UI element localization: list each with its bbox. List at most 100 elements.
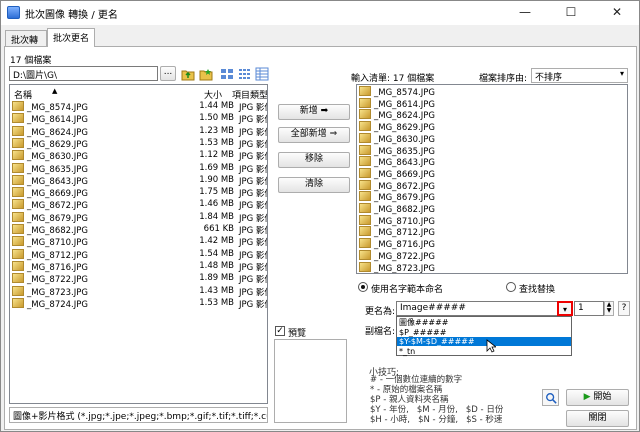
input-file-name: _MG_8629.JPG — [374, 123, 435, 134]
file-type: JPG 影像 — [239, 275, 267, 286]
jpg-file-icon — [359, 167, 371, 178]
source-file-row[interactable]: _MG_8574.JPG 1.44 MB JPG 影像 — [12, 101, 267, 113]
remove-button[interactable]: 移除 — [278, 152, 350, 168]
start-number-input[interactable]: 1 — [574, 301, 604, 316]
source-file-row[interactable]: _MG_8716.JPG 1.48 MB JPG 影像 — [12, 260, 267, 273]
source-file-row[interactable]: _MG_8614.JPG 1.50 MB JPG 影像 — [12, 113, 267, 125]
column-header-type[interactable]: 項目類型 — [232, 88, 267, 101]
add-button[interactable]: 新增 ➡ — [278, 104, 350, 120]
file-name: _MG_8710.JPG — [27, 238, 88, 249]
jpg-file-icon — [12, 297, 24, 308]
input-file-list[interactable]: _MG_8574.JPG _MG_8614.JPG _MG_8624.JPG _MG_… — [356, 84, 628, 274]
preview-rename-button[interactable] — [542, 389, 559, 406]
input-file-row[interactable]: _MG_8682.JPG — [359, 203, 435, 215]
file-name: _MG_8669.JPG — [27, 189, 88, 200]
input-file-row[interactable]: _MG_8635.JPG — [359, 144, 435, 157]
jpg-file-icon — [359, 86, 371, 96]
source-file-row[interactable]: _MG_8723.JPG 1.43 MB JPG 影像 — [12, 285, 267, 298]
file-type: JPG 影像 — [239, 213, 267, 224]
jpg-file-icon — [12, 211, 24, 222]
jpg-file-icon — [12, 224, 24, 234]
input-file-row[interactable]: _MG_8630.JPG — [359, 132, 435, 145]
column-header-name[interactable]: 名稱 — [14, 88, 32, 101]
source-file-row[interactable]: _MG_8722.JPG 1.89 MB JPG 影像 — [12, 273, 267, 285]
input-file-row[interactable]: _MG_8723.JPG — [359, 261, 435, 273]
title-bar[interactable]: 批次圖像 轉換 / 更名 — ☐ ✕ — [1, 1, 639, 25]
source-file-row[interactable]: _MG_8643.JPG 1.90 MB JPG 影像 — [12, 174, 267, 187]
source-file-list[interactable]: 名稱 ▲ 大小 項目類型 _MG_8574.JPG1.44 MBJPG 影像_M… — [9, 84, 268, 404]
file-type: JPG 影像 — [239, 164, 267, 175]
maximize-button[interactable]: ☐ — [549, 1, 593, 25]
jpg-file-icon — [359, 97, 371, 108]
source-file-row[interactable]: _MG_8724.JPG 1.53 MB JPG 影像 — [12, 297, 267, 310]
file-type: JPG 影像 — [239, 176, 267, 187]
number-spinner[interactable]: ▲ ▼ — [604, 301, 614, 316]
folder-up-icon[interactable] — [181, 67, 195, 81]
input-list-label: 輸入清單: 17 個檔案 — [351, 74, 435, 84]
source-file-row[interactable]: _MG_8710.JPG 1.42 MB JPG 影像 — [12, 236, 267, 248]
find-replace-radio[interactable] — [506, 282, 516, 292]
pattern-option[interactable]: $Y-$M-$D_##### — [397, 337, 571, 346]
close-button[interactable]: ✕ — [595, 1, 639, 25]
pattern-option[interactable]: 圖像##### — [397, 318, 571, 327]
close-dialog-button[interactable]: 關閉 — [566, 410, 629, 427]
details-view-icon[interactable] — [255, 67, 269, 81]
input-file-row[interactable]: _MG_8722.JPG — [359, 249, 435, 262]
large-icons-view-icon[interactable] — [220, 67, 234, 81]
input-file-row[interactable]: _MG_8629.JPG — [359, 121, 435, 133]
file-filter-select[interactable]: 圖像+影片格式 (*.jpg;*.jpe;*.jpeg;*.bmp;*.gif;… — [9, 407, 268, 423]
pattern-dropdown-list[interactable]: 圖像##### $P_##### $Y-$M-$D_##### *_tn — [396, 316, 572, 356]
source-file-row[interactable]: _MG_8682.JPG 661 KB JPG 影像 — [12, 224, 267, 236]
source-file-row[interactable]: _MG_8624.JPG 1.23 MB JPG 影像 — [12, 125, 267, 138]
input-file-row[interactable]: _MG_8712.JPG — [359, 226, 435, 238]
source-file-row[interactable]: _MG_8630.JPG 1.12 MB JPG 影像 — [12, 150, 267, 162]
source-file-row[interactable]: _MG_8679.JPG 1.84 MB JPG 影像 — [12, 211, 267, 224]
help-button[interactable]: ? — [618, 301, 630, 316]
start-button-label: 開始 — [593, 392, 612, 402]
input-file-row[interactable]: _MG_8574.JPG — [359, 86, 435, 98]
tab-batch-rename[interactable]: 批次更名 — [47, 28, 95, 47]
column-header-size[interactable]: 大小 — [204, 88, 222, 101]
input-file-row[interactable]: _MG_8710.JPG — [359, 214, 435, 227]
input-file-row[interactable]: _MG_8643.JPG — [359, 156, 435, 168]
folder-path-input[interactable]: D:\圖片\G\ — [9, 66, 158, 81]
file-size: 1.44 MB — [199, 101, 234, 111]
sort-asc-icon: ▲ — [52, 87, 58, 95]
input-file-row[interactable]: _MG_8672.JPG — [359, 179, 435, 192]
file-type: JPG 影像 — [239, 226, 267, 236]
input-file-name: _MG_8712.JPG — [374, 228, 435, 239]
input-file-row[interactable]: _MG_8716.JPG — [359, 238, 435, 250]
pattern-option[interactable]: $P_##### — [397, 328, 571, 337]
source-file-row[interactable]: _MG_8635.JPG 1.69 MB JPG 影像 — [12, 162, 267, 175]
file-size: 1.48 MB — [199, 260, 234, 271]
source-file-row[interactable]: _MG_8629.JPG 1.53 MB JPG 影像 — [12, 137, 267, 150]
input-file-row[interactable]: _MG_8624.JPG — [359, 109, 435, 121]
input-file-row[interactable]: _MG_8679.JPG — [359, 191, 435, 203]
tab-batch-convert[interactable]: 批次轉換 — [5, 30, 47, 59]
file-size: 1.42 MB — [199, 236, 234, 247]
start-button[interactable]: ▶ 開始 — [566, 389, 629, 406]
rename-window: 批次圖像 轉換 / 更名 — ☐ ✕ 批次轉換 批次更名 17 個檔案 D:\圖… — [0, 0, 640, 432]
jpg-file-icon — [12, 174, 24, 185]
sort-order-select[interactable]: 不排序 ▾ — [531, 68, 628, 83]
clear-button[interactable]: 清除 — [278, 177, 350, 193]
jpg-file-icon — [359, 238, 371, 249]
use-pattern-radio[interactable] — [358, 282, 368, 292]
browse-button[interactable]: ... — [160, 66, 176, 81]
add-all-button[interactable]: 全部新增 ⇒ — [278, 127, 350, 143]
source-file-row[interactable]: _MG_8712.JPG 1.54 MB JPG 影像 — [12, 248, 267, 261]
source-file-row[interactable]: _MG_8669.JPG 1.75 MB JPG 影像 — [12, 187, 267, 199]
pattern-dropdown-button[interactable]: ▾ — [557, 301, 573, 316]
minimize-button[interactable]: — — [503, 1, 547, 25]
file-type: JPG 影像 — [239, 299, 267, 310]
file-size: 1.53 MB — [199, 297, 234, 308]
source-file-row[interactable]: _MG_8672.JPG 1.46 MB JPG 影像 — [12, 199, 267, 211]
rename-pattern-input[interactable]: Image##### — [396, 301, 573, 316]
input-file-row[interactable]: _MG_8614.JPG — [359, 97, 435, 110]
file-count-label: 17 個檔案 — [10, 56, 52, 66]
preview-checkbox[interactable]: ✓ — [275, 326, 285, 336]
input-file-row[interactable]: _MG_8669.JPG — [359, 167, 435, 180]
small-icons-view-icon[interactable] — [238, 67, 252, 81]
new-folder-icon[interactable] — [199, 67, 213, 81]
pattern-option[interactable]: *_tn — [397, 347, 571, 356]
